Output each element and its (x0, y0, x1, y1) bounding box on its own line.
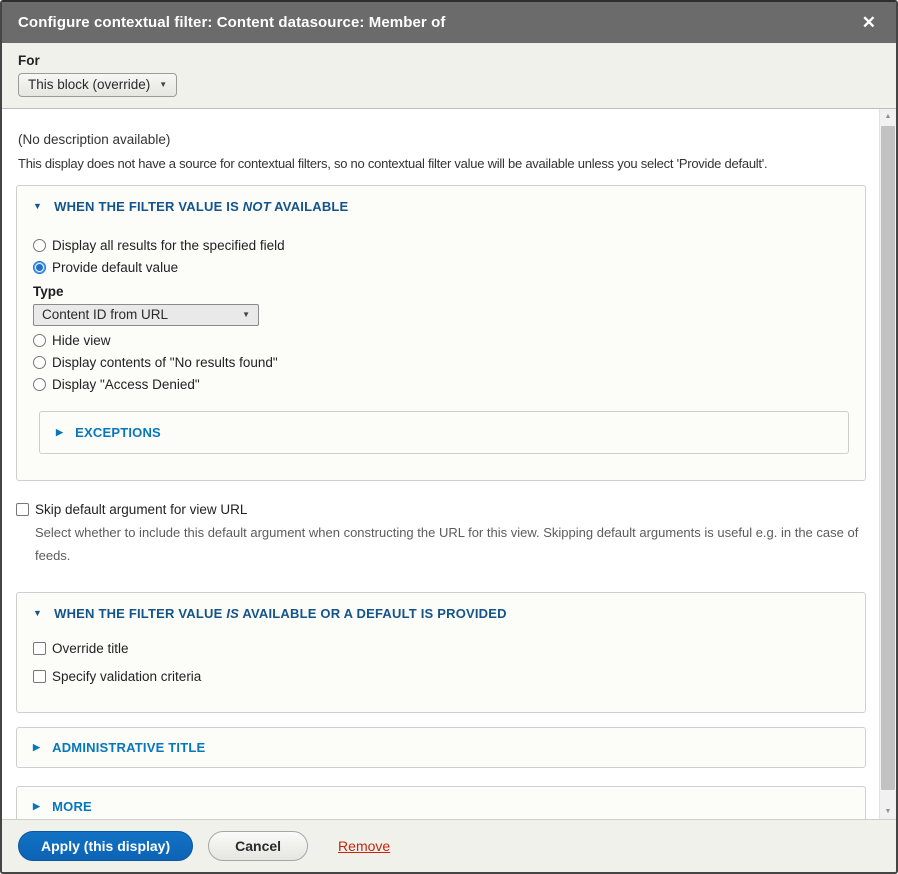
vertical-scrollbar[interactable]: ▲ ▼ (879, 109, 896, 819)
radio-option-hide-view[interactable]: Hide view (33, 333, 849, 348)
remove-link[interactable]: Remove (338, 838, 390, 854)
fieldset-filter-available-summary[interactable]: ▼ WHEN THE FILTER VALUE IS AVAILABLE OR … (33, 606, 849, 621)
dialog-title: Configure contextual filter: Content dat… (18, 14, 858, 31)
expand-arrow-icon: ▶ (33, 802, 40, 811)
fieldset-title: WHEN THE FILTER VALUE IS NOT AVAILABLE (54, 199, 348, 214)
display-source-note: This display does not have a source for … (18, 156, 866, 171)
fieldset-more-summary[interactable]: ▶ MORE (33, 799, 849, 814)
scroll-up-icon[interactable]: ▲ (880, 109, 896, 124)
for-section: For This block (override) ▼ (2, 43, 896, 109)
dialog-body-content: (No description available) This display … (2, 109, 896, 819)
checkbox-validation-criteria[interactable] (33, 670, 46, 683)
skip-default-description: Select whether to include this default a… (35, 522, 859, 568)
apply-button[interactable]: Apply (this display) (18, 831, 193, 861)
for-label: For (18, 53, 880, 68)
configure-contextual-filter-dialog: Configure contextual filter: Content dat… (0, 0, 898, 874)
scroll-down-icon[interactable]: ▼ (880, 804, 896, 819)
expand-arrow-icon: ▶ (56, 428, 63, 437)
radio-option-provide-default[interactable]: Provide default value (33, 260, 849, 275)
collapse-arrow-icon: ▼ (33, 202, 42, 211)
fieldset-exceptions-summary[interactable]: ▶ EXCEPTIONS (56, 425, 832, 440)
radio-hide-view[interactable] (33, 334, 46, 347)
radio-provide-default[interactable] (33, 261, 46, 274)
fieldset-title: WHEN THE FILTER VALUE IS AVAILABLE OR A … (54, 606, 507, 621)
collapse-arrow-icon: ▼ (33, 609, 42, 618)
fieldset-title: MORE (52, 799, 92, 814)
no-description-text: (No description available) (18, 132, 866, 147)
fieldset-filter-not-available-summary[interactable]: ▼ WHEN THE FILTER VALUE IS NOT AVAILABLE (33, 199, 849, 214)
dialog-footer: Apply (this display) Cancel Remove (2, 820, 896, 872)
checkbox-row-skip-default[interactable]: Skip default argument for view URL (16, 502, 866, 517)
default-type-select-value: Content ID from URL (42, 307, 168, 322)
type-label: Type (33, 284, 849, 299)
checkbox-row-validation-criteria[interactable]: Specify validation criteria (33, 669, 849, 684)
radio-option-access-denied[interactable]: Display "Access Denied" (33, 377, 849, 392)
close-icon[interactable]: ✕ (858, 12, 880, 33)
fieldset-administrative-title-summary[interactable]: ▶ ADMINISTRATIVE TITLE (33, 740, 849, 755)
fieldset-filter-available: ▼ WHEN THE FILTER VALUE IS AVAILABLE OR … (16, 592, 866, 713)
fieldset-more: ▶ MORE (16, 786, 866, 820)
default-action-options: Display all results for the specified fi… (33, 238, 849, 392)
for-select[interactable]: This block (override) ▼ (18, 73, 177, 97)
radio-option-display-all[interactable]: Display all results for the specified fi… (33, 238, 849, 253)
radio-display-all[interactable] (33, 239, 46, 252)
radio-no-results[interactable] (33, 356, 46, 369)
fieldset-title: EXCEPTIONS (75, 425, 161, 440)
radio-option-no-results[interactable]: Display contents of "No results found" (33, 355, 849, 370)
checkbox-row-override-title[interactable]: Override title (33, 641, 849, 656)
radio-access-denied[interactable] (33, 378, 46, 391)
fieldset-title: ADMINISTRATIVE TITLE (52, 740, 205, 755)
dialog-titlebar: Configure contextual filter: Content dat… (2, 2, 896, 43)
expand-arrow-icon: ▶ (33, 743, 40, 752)
fieldset-exceptions: ▶ EXCEPTIONS (39, 411, 849, 454)
checkbox-skip-default[interactable] (16, 503, 29, 516)
checkbox-override-title[interactable] (33, 642, 46, 655)
for-select-value: This block (override) (28, 77, 150, 92)
fieldset-administrative-title: ▶ ADMINISTRATIVE TITLE (16, 727, 866, 768)
default-type-select[interactable]: Content ID from URL ▼ (33, 304, 259, 326)
chevron-down-icon: ▼ (159, 80, 167, 89)
fieldset-filter-not-available: ▼ WHEN THE FILTER VALUE IS NOT AVAILABLE… (16, 185, 866, 481)
cancel-button[interactable]: Cancel (208, 831, 308, 861)
chevron-down-icon: ▼ (242, 310, 250, 319)
dialog-body: (No description available) This display … (2, 109, 896, 820)
scrollbar-thumb[interactable] (881, 126, 895, 790)
